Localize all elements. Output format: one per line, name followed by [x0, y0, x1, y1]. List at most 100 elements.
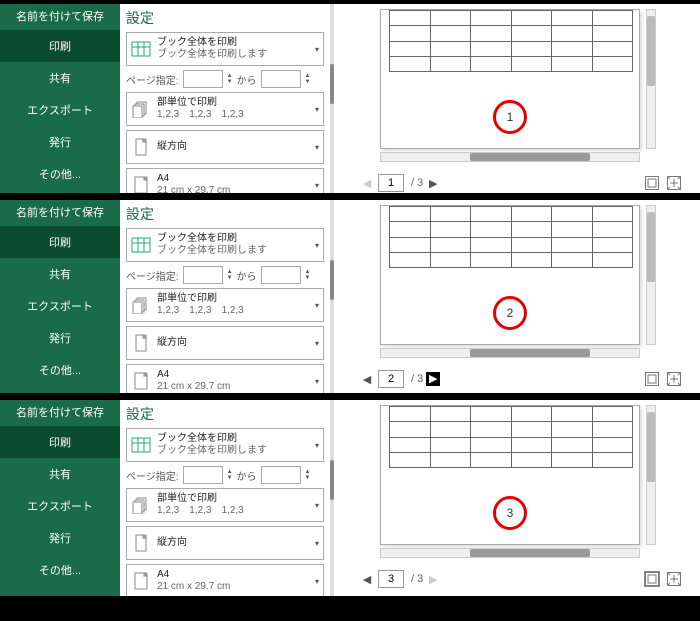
current-page-input[interactable] [378, 570, 404, 588]
sidebar: 名前を付けて保存 印刷 共有 エクスポート 発行 その他... [0, 4, 120, 193]
collate-dropdown-label: 部単位で印刷 [157, 493, 315, 505]
sidebar-item-saveas[interactable]: 名前を付けて保存 [0, 400, 120, 426]
paper-size-dropdown-label: A4 [157, 569, 315, 581]
orientation-dropdown-icon [131, 531, 151, 555]
next-page-button[interactable]: ▶ [426, 372, 440, 386]
annotation-circle: 2 [493, 296, 527, 330]
page-range-to-input[interactable] [261, 70, 301, 88]
spinner-icon[interactable]: ▲▼ [227, 269, 233, 281]
sidebar-item-more[interactable]: その他... [0, 354, 120, 386]
chevron-down-icon: ▾ [315, 301, 319, 310]
current-page-input[interactable] [378, 174, 404, 192]
paper-size-dropdown-sublabel: 21 cm x 29.7 cm [157, 185, 315, 197]
vertical-scrollbar[interactable] [646, 205, 656, 345]
sidebar-item-print[interactable]: 印刷 [0, 226, 120, 258]
chevron-down-icon: ▾ [315, 539, 319, 548]
next-page-button[interactable]: ▶ [426, 177, 440, 190]
horizontal-scrollbar[interactable] [380, 348, 640, 358]
sidebar: 名前を付けて保存 印刷 共有 エクスポート 発行 その他... [0, 200, 120, 393]
collate-dropdown[interactable]: 部単位で印刷1,2,3 1,2,3 1,2,3 ▾ [126, 288, 324, 322]
sidebar-item-publish[interactable]: 発行 [0, 126, 120, 158]
orientation-dropdown[interactable]: 縦方向 ▾ [126, 326, 324, 360]
page-range-from-input[interactable] [183, 466, 223, 484]
print-settings: 設定 ブック全体を印刷ブック全体を印刷します ▾ ページ指定: ▲▼ から ▲▼… [120, 200, 330, 393]
sidebar-item-saveas[interactable]: 名前を付けて保存 [0, 200, 120, 226]
sidebar-item-print[interactable]: 印刷 [0, 426, 120, 458]
page-range-label: ページ指定: [126, 268, 179, 283]
zoom-to-page-button[interactable] [666, 175, 682, 191]
sidebar-item-more[interactable]: その他... [0, 554, 120, 586]
paper-size-dropdown-sublabel: 21 cm x 29.7 cm [157, 581, 315, 593]
prev-page-button[interactable]: ◀ [360, 373, 374, 386]
sidebar-item-more[interactable]: その他... [0, 158, 120, 190]
vertical-scrollbar[interactable] [646, 9, 656, 149]
preview-page: 3 [380, 405, 640, 545]
orientation-dropdown[interactable]: 縦方向 ▾ [126, 526, 324, 560]
zoom-to-page-button[interactable] [666, 571, 682, 587]
next-page-button: ▶ [426, 573, 440, 586]
page-total-label: / 3 [411, 373, 423, 385]
sidebar-item-print[interactable]: 印刷 [0, 30, 120, 62]
page-range-to-label: から [237, 268, 257, 283]
prev-page-button[interactable]: ◀ [360, 573, 374, 586]
separator[interactable] [330, 200, 334, 393]
collate-dropdown[interactable]: 部単位で印刷1,2,3 1,2,3 1,2,3 ▾ [126, 92, 324, 126]
paper-size-dropdown[interactable]: A421 cm x 29.7 cm ▾ [126, 168, 324, 200]
annotation-circle: 1 [493, 100, 527, 134]
chevron-down-icon: ▾ [315, 377, 319, 386]
sidebar-item-saveas[interactable]: 名前を付けて保存 [0, 4, 120, 30]
separator[interactable] [330, 4, 334, 193]
settings-title: 設定 [126, 8, 324, 28]
page-range-from-input[interactable] [183, 266, 223, 284]
horizontal-scrollbar[interactable] [380, 152, 640, 162]
paper-size-dropdown[interactable]: A421 cm x 29.7 cm ▾ [126, 564, 324, 598]
sidebar-item-share[interactable]: 共有 [0, 258, 120, 290]
page-total-label: / 3 [411, 573, 423, 585]
spinner-icon[interactable]: ▲▼ [305, 269, 311, 281]
print-what-dropdown-icon [131, 37, 151, 61]
orientation-dropdown-label: 縦方向 [157, 337, 315, 349]
print-what-dropdown[interactable]: ブック全体を印刷ブック全体を印刷します ▾ [126, 32, 324, 66]
panel-3: 名前を付けて保存 印刷 共有 エクスポート 発行 その他... 設定 ブック全体… [0, 400, 700, 600]
sidebar-item-share[interactable]: 共有 [0, 62, 120, 94]
horizontal-scrollbar[interactable] [380, 548, 640, 558]
page-range-to-input[interactable] [261, 266, 301, 284]
sidebar-item-publish[interactable]: 発行 [0, 322, 120, 354]
paper-size-dropdown[interactable]: A421 cm x 29.7 cm ▾ [126, 364, 324, 398]
spinner-icon[interactable]: ▲▼ [305, 73, 311, 85]
print-what-dropdown[interactable]: ブック全体を印刷ブック全体を印刷します ▾ [126, 228, 324, 262]
spinner-icon[interactable]: ▲▼ [227, 469, 233, 481]
preview-page: 2 [380, 205, 640, 345]
show-margins-button[interactable] [644, 371, 660, 387]
zoom-to-page-button[interactable] [666, 371, 682, 387]
preview-grid [389, 206, 633, 268]
paper-size-dropdown-icon [131, 569, 151, 593]
sidebar-item-share[interactable]: 共有 [0, 458, 120, 490]
sidebar-item-export[interactable]: エクスポート [0, 490, 120, 522]
sidebar-item-publish[interactable]: 発行 [0, 522, 120, 554]
print-preview: 3 [360, 400, 660, 560]
orientation-dropdown[interactable]: 縦方向 ▾ [126, 130, 324, 164]
sidebar-item-export[interactable]: エクスポート [0, 94, 120, 126]
orientation-dropdown-label: 縦方向 [157, 537, 315, 549]
print-what-dropdown-sublabel: ブック全体を印刷します [157, 245, 315, 257]
show-margins-button[interactable] [644, 571, 660, 587]
show-margins-button[interactable] [644, 175, 660, 191]
collate-dropdown[interactable]: 部単位で印刷1,2,3 1,2,3 1,2,3 ▾ [126, 488, 324, 522]
page-range-from-input[interactable] [183, 70, 223, 88]
vertical-scrollbar[interactable] [646, 405, 656, 545]
page-range-to-input[interactable] [261, 466, 301, 484]
separator[interactable] [330, 400, 334, 596]
paper-size-dropdown-sublabel: 21 cm x 29.7 cm [157, 381, 315, 393]
page-range-label: ページ指定: [126, 72, 179, 87]
spinner-icon[interactable]: ▲▼ [227, 73, 233, 85]
chevron-down-icon: ▾ [315, 181, 319, 190]
collate-dropdown-icon [131, 293, 151, 317]
current-page-input[interactable] [378, 370, 404, 388]
spinner-icon[interactable]: ▲▼ [305, 469, 311, 481]
sidebar-item-export[interactable]: エクスポート [0, 290, 120, 322]
print-what-dropdown[interactable]: ブック全体を印刷ブック全体を印刷します ▾ [126, 428, 324, 462]
page-range-label: ページ指定: [126, 468, 179, 483]
page-range-to-label: から [237, 72, 257, 87]
print-what-dropdown-icon [131, 233, 151, 257]
